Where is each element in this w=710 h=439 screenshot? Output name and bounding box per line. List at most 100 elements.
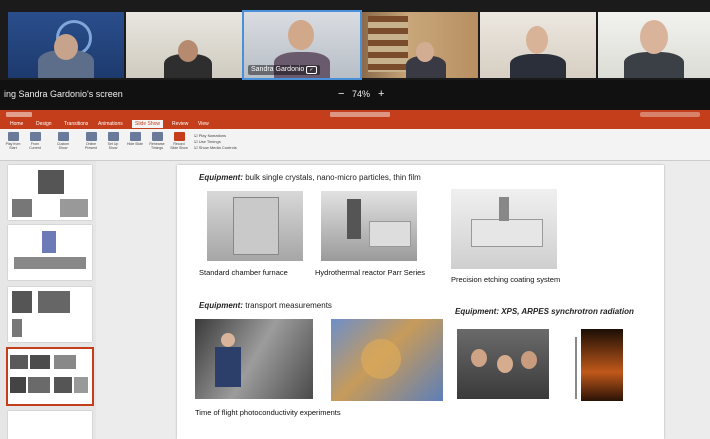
participant-strip: Sandra Gardonio ✓	[0, 0, 710, 80]
tab-design[interactable]: Design	[36, 121, 52, 127]
ribbon: Play from Start From Current Custom Show…	[0, 129, 710, 161]
tab-view[interactable]: View	[198, 121, 209, 127]
photo-group	[457, 329, 549, 399]
tab-slide-show[interactable]: Slide Show	[132, 120, 164, 128]
share-banner-text: ing Sandra Gardonio's screen	[4, 89, 123, 99]
etching-unit	[471, 219, 543, 247]
thumb-image	[12, 199, 32, 217]
participant-tile-6[interactable]	[598, 12, 710, 78]
zoom-out-button[interactable]: −	[338, 88, 344, 100]
photo-lab-experiment	[195, 319, 313, 399]
show-media-controls-checkbox[interactable]: ☑ Show Media Controls	[194, 145, 237, 151]
thumb-image	[38, 291, 70, 313]
participant-tile-4[interactable]	[362, 12, 478, 78]
person-head	[526, 26, 548, 54]
custom-show-button[interactable]: Custom Show	[54, 132, 72, 150]
screen-share-bar: ing Sandra Gardonio's screen − 74% +	[0, 80, 710, 110]
search-box[interactable]	[640, 112, 700, 117]
mic-icon: ✓	[306, 66, 317, 74]
online-present-button[interactable]: Online Present	[82, 132, 100, 150]
ribbon-tabs: Home Design Transitions Animations Slide…	[0, 120, 710, 129]
section-heading-1: Equipment: bulk single crystals, nano-mi…	[199, 173, 421, 182]
thumb-image	[74, 377, 88, 393]
photo-etching-system	[451, 189, 557, 269]
person-head	[54, 34, 78, 60]
ribbon-checkboxes: ☑ Play Narrations ☑ Use Timings ☑ Show M…	[194, 133, 237, 151]
section-heading-3: Equipment: XPS, ARPES synchrotron radiat…	[455, 307, 634, 316]
document-title	[330, 112, 390, 117]
researcher-body	[215, 347, 241, 387]
hide-slide-button[interactable]: Hide Slide	[126, 132, 144, 146]
play-icon	[7, 132, 19, 141]
person-head	[471, 349, 487, 367]
bookshelf	[368, 16, 408, 72]
reactor-vessel	[347, 199, 361, 239]
thumb-diagram	[42, 231, 56, 253]
particle-blob	[361, 339, 401, 379]
record-slide-show-button[interactable]: Record Slide Show	[170, 132, 188, 150]
caption-etching-system: Precision etching coating system	[451, 275, 561, 284]
thumb-image	[12, 319, 22, 337]
photo-hydrothermal-reactor	[321, 191, 417, 261]
thumb-image	[54, 355, 76, 369]
participant-tile-3[interactable]: Sandra Gardonio ✓	[242, 10, 362, 80]
person-head	[178, 40, 198, 62]
arpes-spectrum-image	[581, 329, 623, 401]
tab-review[interactable]: Review	[172, 121, 188, 127]
tab-animations[interactable]: Animations	[98, 121, 123, 127]
play-from-start-button[interactable]: Play from Start	[4, 132, 22, 150]
thumb-image	[54, 377, 72, 393]
person-figure	[624, 52, 684, 78]
reactor-controller	[369, 221, 411, 247]
slide-thumbnail-selected[interactable]	[6, 347, 94, 406]
record-icon	[173, 132, 185, 141]
thumb-image	[30, 355, 50, 369]
section-heading-2: Equipment: transport measurements	[199, 301, 332, 310]
researcher-head	[221, 333, 235, 347]
person-head	[416, 42, 434, 62]
slide-thumbnail[interactable]	[8, 411, 92, 439]
thumb-image	[38, 170, 64, 194]
slide-thumbnail[interactable]	[8, 165, 92, 220]
tab-home[interactable]: Home	[10, 121, 23, 127]
timer-icon	[151, 132, 163, 141]
present-online-icon	[85, 132, 97, 141]
participant-name-badge: Sandra Gardonio ✓	[248, 65, 320, 75]
photo-chamber-furnace	[207, 191, 303, 261]
current-slide[interactable]: Equipment: bulk single crystals, nano-mi…	[177, 165, 664, 439]
caption-time-of-flight: Time of flight photoconductivity experim…	[195, 408, 341, 417]
ppt-title-bar	[0, 110, 710, 120]
quick-access-toolbar[interactable]	[6, 112, 32, 117]
participant-tile-5[interactable]	[480, 12, 596, 78]
slide-thumbnail[interactable]	[8, 225, 92, 280]
zoom-level: 74%	[352, 89, 371, 99]
arpes-axis	[575, 337, 577, 399]
caption-hydrothermal-reactor: Hydrothermal reactor Parr Series	[315, 268, 426, 277]
thumb-image	[14, 257, 86, 269]
thumb-image	[10, 355, 28, 369]
participant-tile-1[interactable]	[8, 12, 124, 78]
thumb-image	[28, 377, 50, 393]
caption-chamber-furnace: Standard chamber furnace	[199, 268, 288, 277]
participant-tile-2[interactable]	[126, 12, 242, 78]
thumb-image	[12, 291, 32, 313]
hide-slide-icon	[129, 132, 141, 141]
set-up-show-button[interactable]: Set Up Show	[104, 132, 122, 150]
photo-microscope-image	[331, 319, 443, 401]
person-head	[288, 20, 314, 50]
from-current-button[interactable]: From Current	[26, 132, 44, 150]
zoom-in-button[interactable]: +	[378, 88, 384, 100]
thumb-image	[10, 377, 26, 393]
play-current-icon	[29, 132, 41, 141]
person-head	[497, 355, 513, 373]
slide-thumbnail[interactable]	[8, 287, 92, 342]
person-head	[640, 20, 668, 54]
furnace-body	[233, 197, 279, 255]
custom-show-icon	[57, 132, 69, 141]
person-figure	[510, 54, 566, 78]
tab-transitions[interactable]: Transitions	[64, 121, 88, 127]
thumb-image	[60, 199, 88, 217]
rehearse-timings-button[interactable]: Rehearse Timings	[148, 132, 166, 150]
slide-thumbnails-pane	[0, 161, 96, 439]
setup-icon	[107, 132, 119, 141]
